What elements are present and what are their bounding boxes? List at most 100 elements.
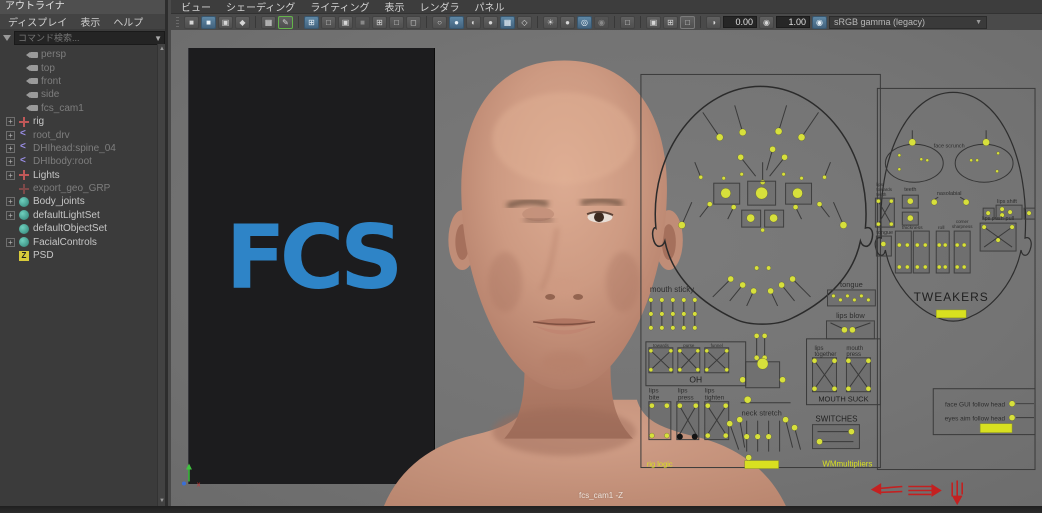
outliner-item-rig[interactable]: rig — [0, 115, 157, 128]
outliner-item-side[interactable]: side — [0, 88, 157, 101]
filter-icon[interactable] — [3, 35, 11, 41]
toolbar-handle[interactable] — [176, 17, 179, 28]
image-plane-icon[interactable]: ▦ — [261, 16, 276, 29]
tweakers-slider[interactable] — [936, 310, 966, 318]
main-slider[interactable] — [745, 461, 779, 469]
colorspace-select[interactable]: sRGB gamma (legacy) ▼ — [829, 16, 987, 29]
menu-shading[interactable]: シェーディング — [226, 0, 295, 14]
outliner-item-export-geo-grp[interactable]: export_geo_GRP — [0, 182, 157, 195]
sequence-capture-icon[interactable]: □ — [680, 16, 695, 29]
facial-gui-main-board[interactable]: mouth sticky tongue — [641, 74, 880, 468]
nose-controls[interactable] — [742, 210, 784, 232]
select-camera-icon[interactable]: ■ — [201, 16, 216, 29]
outliner-item-facial-controls[interactable]: FacialControls — [0, 235, 157, 248]
outliner-tab[interactable]: アウトライナ — [0, 0, 165, 14]
snapshot-icon[interactable]: ▣ — [646, 16, 661, 29]
xray-icon[interactable]: ◇ — [517, 16, 532, 29]
viewport-canvas[interactable]: FCS — [171, 30, 1042, 506]
menu-display[interactable]: ディスプレイ — [8, 14, 67, 29]
outliner-scrollbar[interactable]: ▲ ▼ — [157, 44, 165, 506]
wireframe-on-shaded-icon[interactable]: ◐ — [466, 16, 481, 29]
expand-icon[interactable] — [6, 157, 15, 166]
outliner-item-top[interactable]: top — [0, 61, 157, 74]
menu-show[interactable]: 表示 — [385, 0, 405, 14]
multi-snapshot-icon[interactable]: ⊞ — [663, 16, 678, 29]
expand-icon[interactable] — [6, 131, 15, 140]
grease-pencil-icon[interactable]: ✎ — [278, 16, 293, 29]
outliner-item-psd[interactable]: PSD — [0, 249, 157, 262]
wireframe-icon[interactable]: ○ — [432, 16, 447, 29]
search-input[interactable] — [14, 31, 165, 45]
safe-title-icon[interactable]: ◻ — [406, 16, 421, 29]
grid-icon[interactable]: ⊞ — [304, 16, 319, 29]
outliner-item-fcs-cam1[interactable]: fcs_cam1 — [0, 102, 157, 115]
follow-head-slider[interactable] — [980, 424, 1012, 433]
menu-help[interactable]: ヘルプ — [113, 14, 143, 29]
menu-renderer[interactable]: レンダラ — [420, 0, 460, 14]
svg-text:thickness: thickness — [902, 225, 923, 231]
camera-icon[interactable]: ■ — [184, 16, 199, 29]
joint-icon — [18, 143, 30, 153]
svg-text:press: press — [846, 352, 861, 358]
nasolabial-controls[interactable]: nasolabial — [931, 191, 969, 205]
expand-icon[interactable] — [6, 117, 15, 126]
expand-icon[interactable] — [6, 171, 15, 180]
film-gate-icon[interactable]: □ — [321, 16, 336, 29]
switches-controls[interactable]: SWITCHES — [813, 415, 860, 449]
view-transform-icon[interactable]: ◉ — [812, 16, 827, 29]
menu-lighting[interactable]: ライティング — [310, 0, 369, 14]
neck-stretch-controls[interactable]: neck stretch — [727, 409, 801, 461]
mouth-sticky-controls[interactable]: mouth sticky — [649, 285, 697, 330]
follow-head-panel[interactable]: face GUI follow head eyes aim follow hea… — [933, 389, 1035, 435]
smooth-shade-icon[interactable]: ● — [449, 16, 464, 29]
expand-icon[interactable] — [6, 197, 15, 206]
shadows-icon[interactable]: ● — [560, 16, 575, 29]
lip-shape-controls[interactable]: towards purse funnel OH — [646, 342, 746, 386]
tweakers-board[interactable]: face scrunch nasolabial t — [875, 88, 1035, 469]
motion-blur-icon[interactable]: ◉ — [594, 16, 609, 29]
exposure-icon[interactable]: ◑ — [706, 16, 721, 29]
gamma-field[interactable]: 1.00 — [776, 16, 810, 28]
camera-attributes-icon[interactable]: ▣ — [218, 16, 233, 29]
lips-towards-teeth-controls[interactable]: lips towards teeth — [875, 182, 894, 227]
thickness-roll-columns[interactable]: thickness roll corner sharpness — [895, 219, 973, 273]
outliner-item-dhihead-spine04[interactable]: DHIhead:spine_04 — [0, 142, 157, 155]
expand-icon[interactable] — [6, 144, 15, 153]
tongue-tweaker-controls[interactable]: tongue — [876, 230, 893, 256]
outliner-item-default-object-set[interactable]: defaultObjectSet — [0, 222, 157, 235]
scroll-down-icon[interactable]: ▼ — [158, 496, 166, 506]
mouth-controls[interactable] — [713, 266, 811, 403]
exposure-field[interactable]: 0.00 — [723, 16, 757, 28]
outliner-item-default-light-set[interactable]: defaultLightSet — [0, 209, 157, 222]
resolution-gate-icon[interactable]: ▣ — [338, 16, 353, 29]
brow-controls[interactable] — [703, 105, 819, 184]
menu-view[interactable]: ビュー — [181, 0, 211, 14]
menu-panels[interactable]: パネル — [475, 0, 505, 14]
outliner-item-root-drv[interactable]: root_drv — [0, 128, 157, 141]
field-chart-icon[interactable]: ⊞ — [372, 16, 387, 29]
textured-icon[interactable]: ▦ — [500, 16, 515, 29]
isolate-select-icon[interactable]: □ — [620, 16, 635, 29]
safe-action-icon[interactable]: □ — [389, 16, 404, 29]
gamma-icon[interactable]: ◉ — [759, 16, 774, 29]
all-lights-icon[interactable]: ☀ — [543, 16, 558, 29]
mouth-suck-controls[interactable]: lips together mouth press MOUTH SUCK — [807, 339, 881, 405]
bookmark-icon[interactable]: ◆ — [235, 16, 250, 29]
lips-blow-controls[interactable]: lips blow — [826, 311, 874, 339]
outliner-item-body-joints[interactable]: Body_joints — [0, 195, 157, 208]
menu-show[interactable]: 表示 — [80, 14, 100, 29]
tongue-controls[interactable]: tongue — [827, 280, 875, 306]
outliner-item-persp[interactable]: persp — [0, 48, 157, 61]
ssao-icon[interactable]: ◎ — [577, 16, 592, 29]
outliner-item-dhibody-root[interactable]: DHIbody:root — [0, 155, 157, 168]
teeth-controls[interactable]: teeth — [902, 187, 918, 225]
expand-icon[interactable] — [6, 238, 15, 247]
outliner-item-lights[interactable]: Lights — [0, 169, 157, 182]
outliner-item-front[interactable]: front — [0, 75, 157, 88]
gate-mask-icon[interactable]: ■ — [355, 16, 370, 29]
scroll-up-icon[interactable]: ▲ — [158, 44, 166, 54]
default-material-icon[interactable]: ● — [483, 16, 498, 29]
lips-push-pull-controls[interactable]: lips push-pull — [980, 216, 1016, 251]
lip-press-controls[interactable]: lips bite lips press lips tighten — [649, 388, 729, 440]
expand-icon[interactable] — [6, 211, 15, 220]
